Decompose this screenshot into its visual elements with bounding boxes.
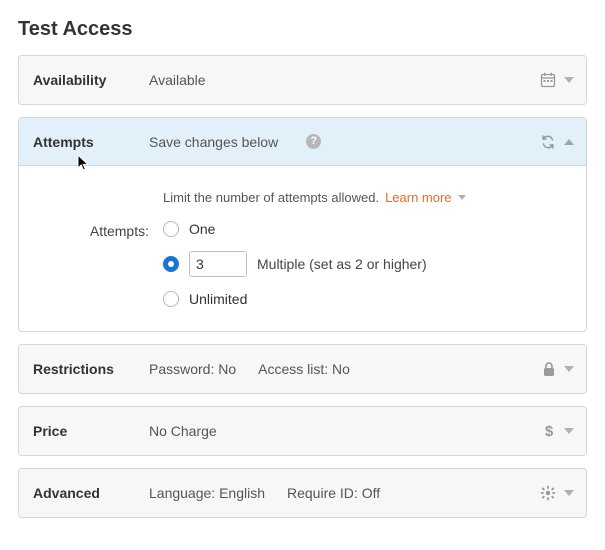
restrictions-password: Password: No	[149, 361, 236, 377]
attempts-options-label: Attempts:	[33, 221, 163, 239]
attempts-option-unlimited[interactable]: Unlimited	[163, 291, 427, 307]
option-multiple-note: Multiple (set as 2 or higher)	[257, 256, 427, 272]
restrictions-panel: Restrictions Password: No Access list: N…	[18, 344, 587, 394]
restrictions-label: Restrictions	[19, 361, 149, 377]
availability-panel: Availability Available	[18, 55, 587, 105]
advanced-panel: Advanced Language: English Require ID: O…	[18, 468, 587, 518]
availability-label: Availability	[19, 72, 149, 88]
svg-text:$: $	[545, 423, 554, 439]
attempts-label: Attempts	[19, 134, 149, 150]
retry-icon	[540, 134, 556, 150]
restrictions-access-list: Access list: No	[258, 361, 350, 377]
radio-one[interactable]	[163, 221, 179, 237]
availability-value: Available	[149, 72, 206, 88]
attempts-body: Limit the number of attempts allowed. Le…	[19, 166, 586, 331]
advanced-language: Language: English	[149, 485, 265, 501]
availability-header[interactable]: Availability Available	[19, 56, 586, 104]
price-header[interactable]: Price No Charge $	[19, 407, 586, 455]
attempts-header-value: Save changes below	[149, 134, 278, 150]
radio-unlimited[interactable]	[163, 291, 179, 307]
gear-icon	[540, 485, 556, 501]
price-value: No Charge	[149, 423, 217, 439]
advanced-header[interactable]: Advanced Language: English Require ID: O…	[19, 469, 586, 517]
page-title: Test Access	[18, 18, 587, 41]
learn-more-link[interactable]: Learn more	[385, 190, 451, 205]
option-one-label: One	[189, 221, 215, 237]
attempts-count-input[interactable]	[189, 251, 247, 277]
price-panel: Price No Charge $	[18, 406, 587, 456]
radio-multiple[interactable]	[163, 256, 179, 272]
advanced-require-id: Require ID: Off	[287, 485, 380, 501]
dollar-icon: $	[542, 423, 556, 439]
chevron-down-icon	[564, 366, 574, 372]
attempts-header[interactable]: Attempts Save changes below ?	[19, 118, 586, 166]
attempts-limit-text: Limit the number of attempts allowed.	[163, 190, 379, 205]
attempts-panel: Attempts Save changes below ? Limit the …	[18, 117, 587, 332]
option-unlimited-label: Unlimited	[189, 291, 247, 307]
chevron-up-icon	[564, 139, 574, 145]
lock-icon	[542, 361, 556, 377]
help-icon[interactable]: ?	[306, 134, 321, 149]
attempts-option-multiple[interactable]: Multiple (set as 2 or higher)	[163, 251, 427, 277]
test-access-page: Test Access Availability Available Attem…	[0, 0, 605, 550]
chevron-down-icon	[564, 77, 574, 83]
chevron-down-icon	[458, 195, 466, 200]
calendar-icon	[540, 72, 556, 88]
price-label: Price	[19, 423, 149, 439]
chevron-down-icon	[564, 490, 574, 496]
attempts-option-one[interactable]: One	[163, 221, 427, 237]
restrictions-header[interactable]: Restrictions Password: No Access list: N…	[19, 345, 586, 393]
chevron-down-icon	[564, 428, 574, 434]
advanced-label: Advanced	[19, 485, 149, 501]
